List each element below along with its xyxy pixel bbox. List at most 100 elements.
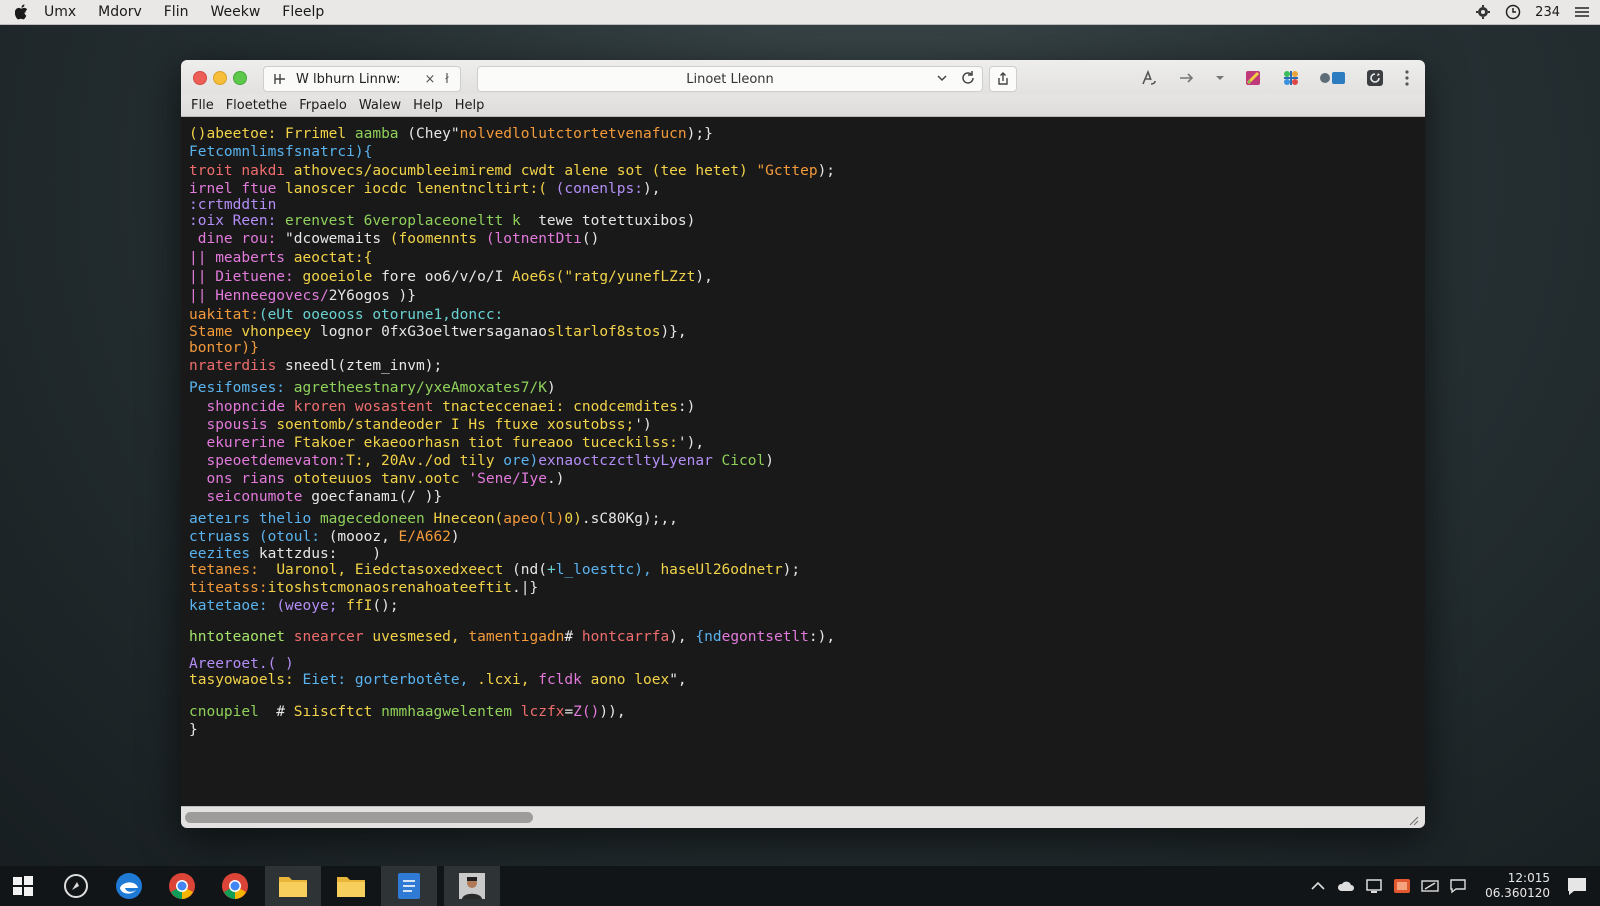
taskbar-photo-app[interactable] — [444, 866, 500, 906]
menu-help-2[interactable]: Help — [455, 98, 485, 113]
panel-toggle-icon[interactable] — [1319, 68, 1347, 88]
system-menubar: Umx Mdorv Flin Weekw Fleelp 234 — [0, 0, 1600, 25]
code-line: speoetdemevaton:T:, 20Av./od tily ore)ex… — [189, 453, 774, 469]
address-text: Linoet Lleonn — [686, 71, 774, 87]
menu-edit[interactable]: Floetethe — [226, 98, 287, 113]
reload-icon[interactable] — [960, 70, 976, 90]
windows-logo-icon — [13, 876, 33, 896]
chevron-down-icon[interactable] — [936, 71, 948, 89]
code-line: :oix Reen: erenvest 6veroplaceoneltt k t… — [189, 213, 696, 229]
font-size-icon[interactable] — [1139, 68, 1159, 88]
more-options-icon[interactable] — [1403, 68, 1411, 88]
office-icon[interactable] — [1393, 877, 1411, 895]
edge-browser-icon — [116, 873, 142, 899]
code-line: || meaberts aeoctat:{ — [189, 250, 373, 266]
code-line: || Henneegovecs/2Y6ogos )} — [189, 288, 416, 304]
menubar-item-5[interactable]: Fleelp — [282, 4, 324, 20]
horizontal-scrollbar[interactable] — [181, 806, 1425, 828]
share-icon — [998, 72, 1008, 85]
task-view-button[interactable] — [53, 866, 99, 906]
code-line: bontor)} — [189, 340, 259, 356]
extensions-icon[interactable] — [1281, 68, 1301, 88]
taskbar-folder[interactable] — [328, 866, 374, 906]
zoom-window-button[interactable] — [233, 71, 247, 85]
network-icon[interactable] — [1421, 877, 1439, 895]
menu-help[interactable]: Help — [413, 98, 443, 113]
app-menu-bar: Flle Floetethe Frpaelo Walew Help Help — [181, 94, 1425, 117]
taskbar-chrome[interactable] — [159, 866, 205, 906]
folder-icon — [337, 877, 365, 897]
code-line: ekurerine Ftakoer ekaeoorhasn tiot furea… — [189, 435, 705, 451]
system-tray: 12:015 06.360120 — [1309, 866, 1588, 906]
code-line: titeatss:itoshstcmonaosrenahoateeftit.|} — [189, 580, 539, 596]
cloud-icon[interactable] — [1337, 877, 1355, 895]
minimize-window-button[interactable] — [213, 71, 227, 85]
tab-active[interactable]: W lbhurn Linnw: × ł — [263, 66, 461, 92]
code-line: cnoupiel # Sıiscftct nmmhaagwelentem lcz… — [189, 704, 626, 720]
start-button[interactable] — [0, 866, 46, 906]
document-icon — [398, 873, 420, 899]
color-picker-icon[interactable] — [1243, 68, 1263, 88]
toolbar-right — [1139, 67, 1411, 89]
gear-icon[interactable] — [1475, 4, 1491, 20]
dropdown-caret-icon[interactable] — [1215, 68, 1225, 88]
menubar-item-3[interactable]: Flin — [164, 4, 189, 20]
menu-file[interactable]: Flle — [191, 98, 214, 113]
menubar-item-1[interactable]: Umx — [44, 4, 76, 20]
code-line: Fetcomnlimsfsnatrci){ — [189, 144, 373, 160]
hamburger-menu-icon[interactable] — [1574, 4, 1590, 20]
share-button[interactable] — [989, 66, 1017, 92]
tab-title: W lbhurn Linnw: — [296, 71, 401, 87]
task-view-icon — [64, 874, 88, 898]
code-line: hntoteaonet snearcer uvesmesed, tamentıg… — [189, 629, 836, 645]
code-line: ctruass (otoul: (moooz, E/A662) — [189, 529, 460, 545]
code-line: shopncide kroren wosastent tnacteccenaei… — [189, 399, 696, 415]
code-line: seiconumote goecfanamı(/ )} — [189, 489, 443, 505]
tab-close-button[interactable]: × — [424, 72, 436, 87]
code-editor[interactable]: ()abeetoe: Frrimel aamba (Chey"nolvedlol… — [181, 117, 1425, 806]
close-window-button[interactable] — [193, 71, 207, 85]
apple-logo-icon[interactable] — [14, 4, 30, 20]
taskbar-chrome-2[interactable] — [212, 866, 258, 906]
forward-arrow-icon[interactable] — [1177, 68, 1197, 88]
scrollbar-thumb[interactable] — [185, 812, 533, 823]
photo-viewer-icon — [459, 873, 485, 899]
notification-icon[interactable] — [1566, 875, 1588, 897]
code-line: Pesifomses: agretheestnary/yxeAmoxates7/… — [189, 380, 556, 396]
resize-grip-icon[interactable] — [1407, 811, 1419, 826]
menubar-item-4[interactable]: Weekw — [210, 4, 260, 20]
menu-format[interactable]: Frpaelo — [299, 98, 347, 113]
code-line: aeteırs thelio magecedoneen Hneceon(apeo… — [189, 511, 678, 527]
taskbar-document[interactable] — [381, 866, 437, 906]
taskbar: 12:015 06.360120 — [0, 866, 1600, 906]
window-titlebar: W lbhurn Linnw: × ł Linoet Lleonn — [181, 60, 1425, 94]
clock-time: 12:015 — [1507, 871, 1550, 885]
code-line: uakitat:(eUt ooeooss otorune1,doncc: — [189, 307, 504, 323]
taskbar-file-explorer[interactable] — [265, 866, 321, 906]
camera-icon[interactable] — [1365, 68, 1385, 88]
tab-extra-marker[interactable]: ł — [440, 72, 454, 87]
menubar-clock-text: 234 — [1535, 4, 1560, 20]
chrome-browser-icon — [222, 873, 248, 899]
address-bar[interactable]: Linoet Lleonn — [477, 66, 983, 92]
chrome-browser-icon — [169, 873, 195, 899]
code-line: troit nakdı athovecs/aocumbleeimiremd cw… — [189, 163, 836, 179]
code-line: Stame vhonpeey lognor 0fxG3oeltwersagana… — [189, 324, 687, 340]
menubar-item-2[interactable]: Mdorv — [98, 4, 142, 20]
folder-icon — [279, 877, 307, 897]
taskbar-edge[interactable] — [106, 866, 152, 906]
code-line: tetanes: Uaronol, Eiedctasoxedxeect (nd(… — [189, 562, 801, 578]
split-view-icon[interactable] — [272, 72, 288, 86]
clock-icon[interactable] — [1505, 4, 1521, 20]
code-line: ()abeetoe: Frrimel aamba (Chey"nolvedlol… — [189, 126, 713, 142]
chat-icon[interactable] — [1449, 877, 1467, 895]
chevron-up-icon[interactable] — [1309, 877, 1327, 895]
taskbar-clock[interactable]: 12:015 06.360120 — [1485, 871, 1550, 901]
clock-date: 06.360120 — [1485, 886, 1550, 900]
menu-view[interactable]: Walew — [359, 98, 401, 113]
code-line: tasyowaoels: Eiet: gorterbotête, .lcxi, … — [189, 672, 687, 688]
code-line: spousis soentomb/standeoder I Hs ftuxe x… — [189, 417, 652, 433]
code-line: katetaoe: (weoye; ffI(); — [189, 598, 399, 614]
code-line: || Dietuene: gooeiole fore oo6/v/o/I Aoe… — [189, 269, 713, 285]
display-icon[interactable] — [1365, 877, 1383, 895]
